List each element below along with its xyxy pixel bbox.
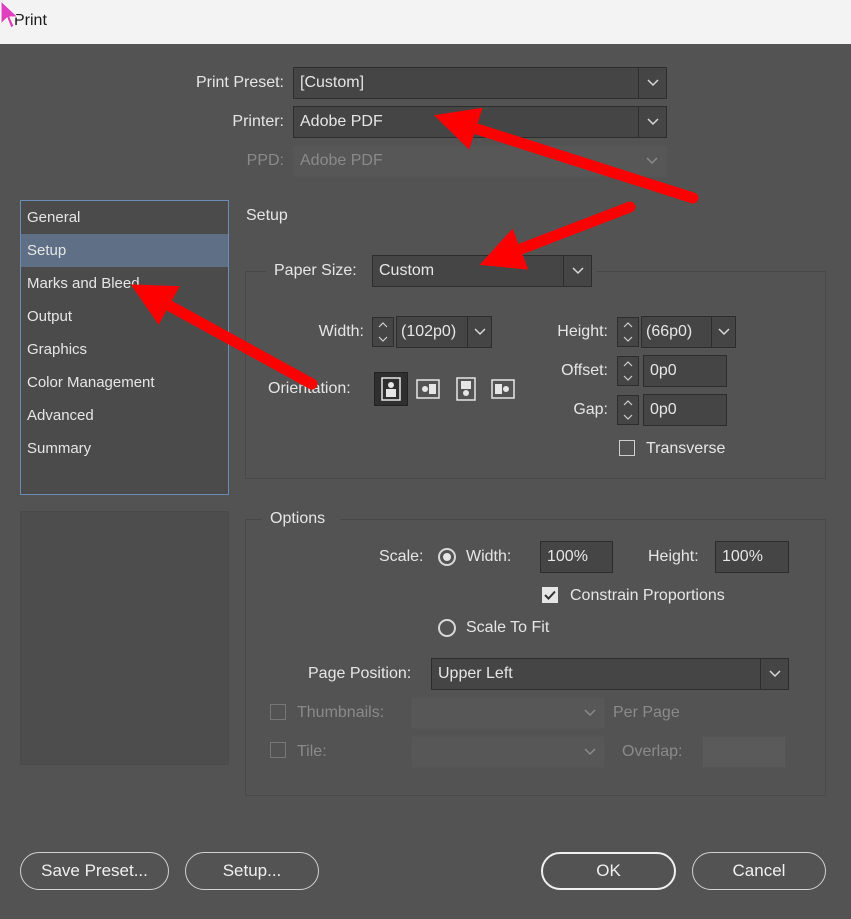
chevron-up-icon xyxy=(378,322,388,328)
print-preset-dropdown[interactable]: [Custom] xyxy=(293,67,667,99)
print-preset-label: Print Preset: xyxy=(195,74,284,91)
transverse-checkbox[interactable] xyxy=(619,440,635,456)
orientation-label: Orientation: xyxy=(268,380,351,397)
portrait-icon xyxy=(381,377,401,401)
cancel-button[interactable]: Cancel xyxy=(692,852,826,890)
mouse-cursor-icon xyxy=(0,0,20,29)
chevron-up-icon xyxy=(623,322,633,328)
printer-label: Printer: xyxy=(232,113,284,130)
ppd-label: PPD: xyxy=(246,152,284,169)
scale-width-radio[interactable] xyxy=(438,548,456,566)
orientation-portrait-button[interactable] xyxy=(374,372,408,406)
orientation-landscape-button[interactable] xyxy=(411,372,445,406)
tile-label: Tile: xyxy=(297,743,327,760)
width-field[interactable]: (102p0) xyxy=(396,316,492,348)
sidebar-item-advanced[interactable]: Advanced xyxy=(21,399,228,432)
height-field[interactable]: (66p0) xyxy=(641,316,736,348)
offset-label: Offset: xyxy=(561,362,608,379)
gap-field[interactable]: 0p0 xyxy=(643,394,727,426)
sidebar-item-setup[interactable]: Setup xyxy=(21,234,228,267)
page-position-label: Page Position: xyxy=(308,665,412,682)
chevron-down-icon xyxy=(576,698,604,728)
orientation-reverse-portrait-button[interactable] xyxy=(449,372,483,406)
per-page-label: Per Page xyxy=(613,704,680,721)
page-position-value: Upper Left xyxy=(438,665,513,682)
print-preset-value: [Custom] xyxy=(300,74,365,91)
printer-value: Adobe PDF xyxy=(300,113,383,130)
sidebar-item-output[interactable]: Output xyxy=(21,300,228,333)
sidebar-item-graphics[interactable]: Graphics xyxy=(21,333,228,366)
chevron-down-icon xyxy=(623,414,633,420)
reverse-portrait-icon xyxy=(456,377,476,401)
radio-dot xyxy=(443,553,451,561)
constrain-proportions-label: Constrain Proportions xyxy=(570,587,725,604)
chevron-down-icon xyxy=(576,737,604,767)
overlap-field[interactable] xyxy=(702,736,786,768)
ppd-dropdown[interactable]: Adobe PDF xyxy=(293,145,667,177)
width-value: (102p0) xyxy=(401,323,457,340)
printer-dropdown[interactable]: Adobe PDF xyxy=(293,106,667,138)
landscape-icon xyxy=(416,379,440,399)
chevron-up-icon xyxy=(623,400,633,406)
paper-size-dropdown[interactable]: Custom xyxy=(372,255,592,287)
offset-stepper[interactable] xyxy=(617,356,639,386)
printer-setup-button[interactable]: Setup... xyxy=(185,852,319,890)
chevron-down-icon xyxy=(638,68,666,98)
height-label: Height: xyxy=(557,323,608,340)
paper-size-label: Paper Size: xyxy=(274,262,357,279)
page-position-dropdown[interactable]: Upper Left xyxy=(431,658,789,690)
reverse-landscape-icon xyxy=(491,379,515,399)
page-preview xyxy=(20,511,229,765)
chevron-down-icon xyxy=(378,336,388,342)
thumbnails-label: Thumbnails: xyxy=(297,704,385,721)
width-label: Width: xyxy=(318,323,364,340)
chevron-down-icon xyxy=(711,317,735,347)
gap-stepper[interactable] xyxy=(617,395,639,425)
scale-to-fit-radio[interactable] xyxy=(438,619,456,637)
scale-height-field[interactable]: 100% xyxy=(715,541,789,573)
sidebar-item-general[interactable]: General xyxy=(21,201,228,234)
sidebar-item-summary[interactable]: Summary xyxy=(21,432,228,465)
chevron-down-icon xyxy=(638,146,666,176)
scale-to-fit-label: Scale To Fit xyxy=(466,619,550,636)
setup-section-title: Setup xyxy=(246,207,288,224)
sidebar-item-marks-and-bleed[interactable]: Marks and Bleed xyxy=(21,267,228,300)
ok-button[interactable]: OK xyxy=(541,852,676,890)
annotation-arrow-paper-size xyxy=(479,201,636,270)
ppd-value: Adobe PDF xyxy=(300,152,383,169)
chevron-down-icon xyxy=(623,336,633,342)
thumbnails-dropdown[interactable] xyxy=(411,697,605,729)
tile-dropdown[interactable] xyxy=(411,736,605,768)
scale-width-field[interactable]: 100% xyxy=(540,541,613,573)
title-bar xyxy=(0,0,851,44)
category-list[interactable]: General Setup Marks and Bleed Output Gra… xyxy=(20,200,229,495)
chevron-down-icon xyxy=(563,256,591,286)
sidebar-item-color-management[interactable]: Color Management xyxy=(21,366,228,399)
offset-field[interactable]: 0p0 xyxy=(643,355,727,387)
chevron-down-icon xyxy=(760,659,788,689)
thumbnails-checkbox[interactable] xyxy=(270,704,286,720)
chevron-down-icon xyxy=(467,317,491,347)
chevron-down-icon xyxy=(623,375,633,381)
scale-height-label: Height: xyxy=(648,548,699,565)
gap-label: Gap: xyxy=(573,401,608,418)
save-preset-button[interactable]: Save Preset... xyxy=(20,852,169,890)
tile-checkbox[interactable] xyxy=(270,742,286,758)
overlap-label: Overlap: xyxy=(622,743,683,760)
height-value: (66p0) xyxy=(646,323,693,340)
constrain-proportions-checkbox[interactable] xyxy=(542,587,558,603)
width-stepper[interactable] xyxy=(372,317,394,347)
transverse-label: Transverse xyxy=(646,440,726,457)
scale-width-label: Width: xyxy=(466,548,512,565)
chevron-up-icon xyxy=(623,361,633,367)
checkmark-icon xyxy=(544,590,556,600)
chevron-down-icon xyxy=(638,107,666,137)
options-section-title: Options xyxy=(270,510,326,527)
paper-size-value: Custom xyxy=(379,262,435,279)
scale-label: Scale: xyxy=(379,548,424,565)
height-stepper[interactable] xyxy=(617,317,639,347)
orientation-reverse-landscape-button[interactable] xyxy=(486,372,520,406)
